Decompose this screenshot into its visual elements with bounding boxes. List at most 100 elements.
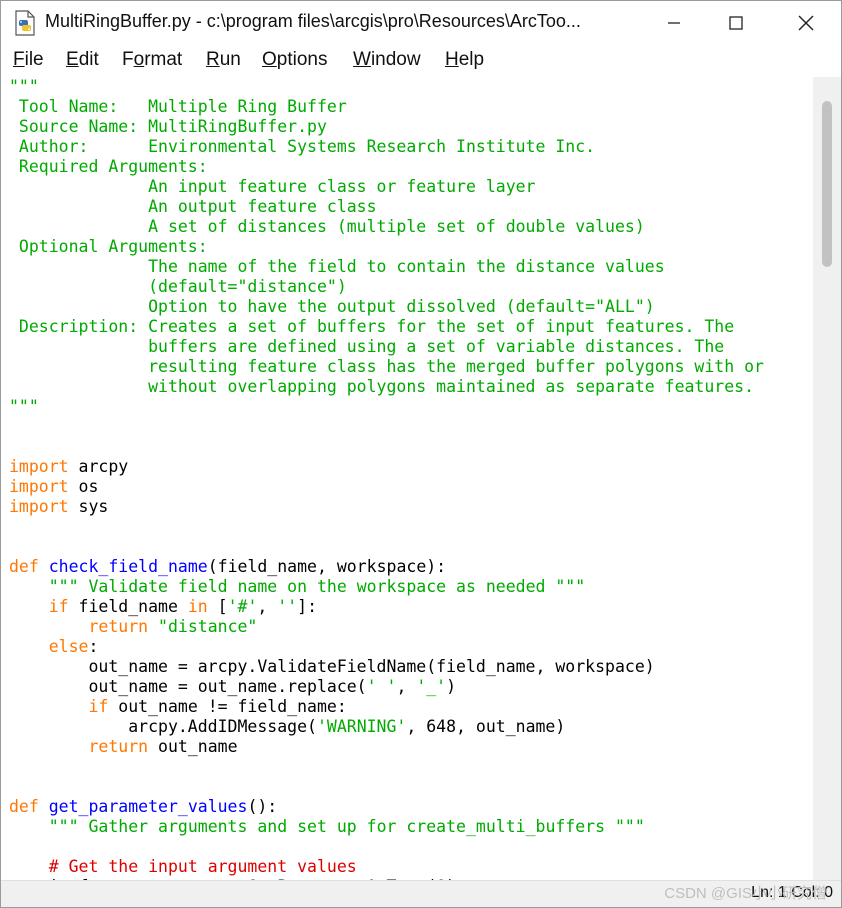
- code-token: [: [207, 597, 228, 616]
- code-line[interactable]: import sys: [9, 497, 764, 517]
- menu-window[interactable]: Window: [353, 49, 421, 71]
- vertical-scrollbar[interactable]: [813, 77, 841, 881]
- code-token: Tool Name: Multiple Ring Buffer: [9, 97, 347, 116]
- code-token: out_name != field_name:: [108, 697, 347, 716]
- code-line[interactable]: """: [9, 77, 764, 97]
- code-line[interactable]: A set of distances (multiple set of doub…: [9, 217, 764, 237]
- code-token: import: [9, 477, 69, 496]
- code-line[interactable]: import arcpy: [9, 457, 764, 477]
- code-line[interactable]: Tool Name: Multiple Ring Buffer: [9, 97, 764, 117]
- code-line[interactable]: Optional Arguments:: [9, 237, 764, 257]
- code-line[interactable]: The name of the field to contain the dis…: [9, 257, 764, 277]
- code-token: import: [9, 457, 69, 476]
- code-line[interactable]: [9, 537, 764, 557]
- code-token: check_field_name: [48, 557, 208, 576]
- close-icon: [798, 15, 814, 31]
- menu-help[interactable]: Help: [445, 49, 484, 71]
- code-line[interactable]: without overlapping polygons maintained …: [9, 377, 764, 397]
- code-line[interactable]: Source Name: MultiRingBuffer.py: [9, 117, 764, 137]
- code-line[interactable]: An output feature class: [9, 197, 764, 217]
- code-token: An output feature class: [9, 197, 377, 216]
- code-line[interactable]: (default="distance"): [9, 277, 764, 297]
- code-line[interactable]: Option to have the output dissolved (def…: [9, 297, 764, 317]
- code-token: """: [9, 77, 39, 96]
- code-token: return: [88, 617, 149, 636]
- code-line[interactable]: Required Arguments:: [9, 157, 764, 177]
- code-token: sys: [68, 497, 109, 516]
- code-token: if: [48, 597, 69, 616]
- menu-format[interactable]: Format: [122, 49, 182, 71]
- code-token: 'WARNING': [316, 717, 407, 736]
- code-line[interactable]: # Get the input argument values: [9, 857, 764, 877]
- maximize-button[interactable]: [705, 1, 767, 45]
- code-line[interactable]: out_name = out_name.replace(' ', '_'): [9, 677, 764, 697]
- code-token: '_': [416, 677, 447, 696]
- code-line[interactable]: return out_name: [9, 737, 764, 757]
- scrollbar-thumb[interactable]: [822, 101, 832, 267]
- menu-options[interactable]: Options: [262, 49, 327, 71]
- code-token: ,: [396, 677, 417, 696]
- code-line[interactable]: return "distance": [9, 617, 764, 637]
- code-token: Required Arguments:: [9, 157, 208, 176]
- code-token: ():: [247, 797, 278, 816]
- code-token: The name of the field to contain the dis…: [9, 257, 665, 276]
- code-token: # Get the input argument values: [48, 857, 357, 876]
- code-line[interactable]: resulting feature class has the merged b…: [9, 357, 764, 377]
- code-line[interactable]: [9, 757, 764, 777]
- maximize-icon: [729, 16, 743, 30]
- code-line[interactable]: Description: Creates a set of buffers fo…: [9, 317, 764, 337]
- code-line[interactable]: import os: [9, 477, 764, 497]
- close-button[interactable]: [775, 1, 837, 45]
- code-line[interactable]: An input feature class or feature layer: [9, 177, 764, 197]
- code-line[interactable]: arcpy.AddIDMessage('WARNING', 648, out_n…: [9, 717, 764, 737]
- code-line[interactable]: [9, 517, 764, 537]
- code-token: ]:: [297, 597, 318, 616]
- code-token: without overlapping polygons maintained …: [9, 377, 755, 396]
- code-token: field_name: [68, 597, 188, 616]
- code-line[interactable]: [9, 417, 764, 437]
- status-bar: Ln: 1 Col: 0: [1, 880, 841, 907]
- code-line[interactable]: Author: Environmental Systems Research I…: [9, 137, 764, 157]
- menu-file[interactable]: File: [13, 49, 44, 71]
- code-token: def: [9, 797, 39, 816]
- code-line[interactable]: def get_parameter_values():: [9, 797, 764, 817]
- code-line[interactable]: out_name = arcpy.ValidateFieldName(field…: [9, 657, 764, 677]
- code-editor[interactable]: """ Tool Name: Multiple Ring Buffer Sour…: [1, 77, 813, 881]
- code-line[interactable]: """ Validate field name on the workspace…: [9, 577, 764, 597]
- code-line[interactable]: if field_name in ['#', '']:: [9, 597, 764, 617]
- code-token: (field_name, workspace):: [207, 557, 447, 576]
- code-token: ' ': [366, 677, 397, 696]
- menu-edit[interactable]: Edit: [66, 49, 99, 71]
- cursor-position: Ln: 1 Col: 0: [751, 884, 833, 901]
- idle-editor-window: MultiRingBuffer.py - c:\program files\ar…: [0, 0, 842, 908]
- code-line[interactable]: [9, 837, 764, 857]
- menu-run[interactable]: Run: [206, 49, 241, 71]
- code-line[interactable]: if out_name != field_name:: [9, 697, 764, 717]
- code-token: out_name = out_name.replace(: [9, 677, 367, 696]
- code-line[interactable]: else:: [9, 637, 764, 657]
- code-token: else: [48, 637, 89, 656]
- code-text[interactable]: """ Tool Name: Multiple Ring Buffer Sour…: [9, 77, 764, 881]
- code-token: , 648, out_name): [406, 717, 566, 736]
- code-token: get_parameter_values: [48, 797, 248, 816]
- code-token: arcpy: [68, 457, 129, 476]
- title-bar[interactable]: MultiRingBuffer.py - c:\program files\ar…: [1, 1, 841, 45]
- code-line[interactable]: [9, 777, 764, 797]
- code-line[interactable]: """: [9, 397, 764, 417]
- minimize-button[interactable]: [643, 1, 705, 45]
- code-line[interactable]: buffers are defined using a set of varia…: [9, 337, 764, 357]
- code-line[interactable]: """ Gather arguments and set up for crea…: [9, 817, 764, 837]
- code-token: "distance": [158, 617, 258, 636]
- code-line[interactable]: [9, 437, 764, 457]
- code-token: return: [88, 737, 149, 756]
- code-token: out_name: [148, 737, 238, 756]
- code-token: Source Name: MultiRingBuffer.py: [9, 117, 327, 136]
- code-line[interactable]: def check_field_name(field_name, workspa…: [9, 557, 764, 577]
- code-token: (default="distance"): [9, 277, 347, 296]
